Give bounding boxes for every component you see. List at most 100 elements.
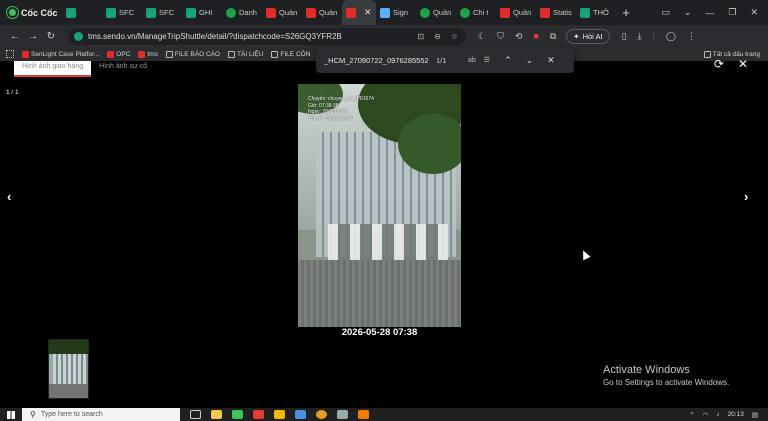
- browser-brand[interactable]: Cốc Cốc: [0, 0, 62, 25]
- whole-word-icon[interactable]: ☰: [484, 56, 490, 64]
- tab[interactable]: Statis: [536, 0, 576, 25]
- navigation-bar: ← → ↻ tms.sendo.vn/ManageTripShuttle/det…: [0, 25, 768, 47]
- tab-favicon-icon: [186, 7, 196, 18]
- windows-logo-icon: [7, 410, 15, 419]
- reading-mode-icon[interactable]: ▯: [622, 31, 627, 42]
- find-previous-chevron-up-icon[interactable]: ⌃: [504, 55, 512, 66]
- translate-icon[interactable]: ⟲: [515, 31, 523, 42]
- photo-foliage: [398, 114, 461, 174]
- app-grey-icon[interactable]: [337, 410, 348, 419]
- bookmark-item[interactable]: tms: [138, 50, 158, 58]
- tab[interactable]: Sign: [376, 0, 416, 25]
- coccoc-logo-icon: [7, 7, 18, 18]
- folder-icon: [271, 50, 279, 58]
- photo-thumbnail[interactable]: [48, 339, 89, 399]
- tab-label: Statis: [553, 8, 572, 17]
- tab-search-icon[interactable]: ⌄: [684, 7, 692, 18]
- find-next-chevron-down-icon[interactable]: ⌄: [526, 55, 534, 66]
- mouse-cursor-icon: [579, 248, 591, 261]
- find-input[interactable]: [324, 55, 428, 65]
- dark-mode-icon[interactable]: ☾: [478, 31, 486, 42]
- tab[interactable]: Quản: [416, 0, 456, 25]
- tab-close-icon[interactable]: ✕: [364, 7, 372, 18]
- toolbar-icons-right: ▯ ⤓ | ◯ ⋮: [622, 31, 696, 42]
- windows-taskbar: ⚲ Type here to search ⌃ ◠ ♪ 20:13 ▤: [0, 408, 768, 421]
- activation-subtitle: Go to Settings to activate Windows.: [603, 378, 730, 387]
- close-viewer-icon[interactable]: ✕: [738, 57, 748, 71]
- find-in-page-bar: 1/1 ab ☰ ⌃ ⌄ ✕: [316, 47, 574, 73]
- tab-favicon-icon: [146, 7, 156, 18]
- image-tabs: Hình ảnh giao hàng Hình ảnh sự cố: [14, 61, 155, 77]
- tab[interactable]: SFC: [102, 0, 142, 25]
- bookmark-item[interactable]: SenLight Case Platfor...: [22, 50, 99, 58]
- thumb-foliage: [49, 340, 88, 354]
- page-content: Hình ảnh giao hàng Hình ảnh sự cố ⟳ ✕ 1 …: [0, 57, 768, 408]
- tab[interactable]: THÔ: [576, 0, 616, 25]
- profile-icon[interactable]: ◯: [666, 31, 676, 42]
- activation-title: Activate Windows: [603, 364, 690, 376]
- task-view-icon[interactable]: [190, 410, 201, 419]
- tab-delivery-images[interactable]: Hình ảnh giao hàng: [14, 61, 92, 77]
- tab-favicon-icon: [580, 7, 590, 18]
- bookmark-item[interactable]: FILE BÁO CÁO: [165, 50, 220, 58]
- reload-button[interactable]: ↻: [42, 31, 60, 42]
- tab-label: Danh: [239, 8, 257, 17]
- forward-button[interactable]: →: [24, 31, 42, 42]
- clock[interactable]: 20:13: [728, 411, 744, 418]
- tab[interactable]: SFC: [142, 0, 182, 25]
- bookmark-item[interactable]: TÀI LIỆU: [228, 50, 264, 58]
- app-orange-icon[interactable]: [358, 410, 369, 419]
- address-bar-actions: ⊡ ⊖ ☆: [417, 32, 466, 41]
- file-explorer-icon[interactable]: [211, 410, 222, 419]
- bookmark-label: TÀI LIỆU: [237, 50, 264, 58]
- notifications-icon[interactable]: ▤: [752, 411, 758, 419]
- volume-icon[interactable]: ♪: [716, 411, 719, 418]
- back-button[interactable]: ←: [6, 31, 24, 42]
- chrome-icon[interactable]: [316, 410, 327, 419]
- shield-icon[interactable]: ⛉: [497, 31, 504, 42]
- download-page-icon[interactable]: ⊡: [417, 32, 424, 41]
- app-blue-icon[interactable]: [295, 410, 306, 419]
- network-icon[interactable]: ◠: [703, 411, 709, 419]
- extension-red-icon[interactable]: ■: [533, 31, 538, 41]
- new-tab-button[interactable]: +: [616, 5, 636, 20]
- app-red-icon[interactable]: [253, 410, 264, 419]
- ask-ai-button[interactable]: ✦ Hỏi AI: [566, 28, 610, 44]
- find-close-icon[interactable]: ✕: [547, 55, 555, 66]
- taskbar-search[interactable]: ⚲ Type here to search: [22, 408, 180, 421]
- match-case-toggle[interactable]: ab: [468, 57, 476, 64]
- tab-incident-images[interactable]: Hình ảnh sự cố: [91, 61, 155, 77]
- minimize-button[interactable]: —: [705, 8, 714, 18]
- menu-icon[interactable]: ⋮: [687, 31, 696, 42]
- delivery-photo[interactable]: Chuyến: chuyen_12_IP61674 Giờ: 07:38:38 …: [298, 84, 461, 327]
- bookmark-item[interactable]: OPC: [107, 50, 130, 58]
- tab-favicon-icon: [306, 7, 316, 18]
- bookmark-star-icon[interactable]: ☆: [451, 32, 458, 41]
- separator: |: [652, 31, 655, 41]
- rotate-icon[interactable]: ⟳: [714, 57, 724, 71]
- maximize-button[interactable]: ❐: [728, 7, 736, 18]
- start-button[interactable]: [0, 408, 22, 421]
- tab[interactable]: Quản: [496, 0, 536, 25]
- apps-grid-icon[interactable]: [6, 50, 14, 58]
- tab[interactable]: Chi t: [456, 0, 496, 25]
- tab[interactable]: GHI: [182, 0, 222, 25]
- tab[interactable]: Danh: [222, 0, 262, 25]
- zoom-icon[interactable]: ⊖: [434, 32, 441, 41]
- extensions-icon[interactable]: ⧉: [550, 31, 556, 42]
- downloads-icon[interactable]: ⤓: [638, 31, 642, 42]
- previous-image-button[interactable]: ‹: [7, 189, 11, 204]
- tab[interactable]: Quản: [302, 0, 342, 25]
- tab-active[interactable]: ✕: [342, 0, 376, 25]
- site-info-icon[interactable]: [74, 31, 83, 41]
- bookmark-item[interactable]: FILE CÔN: [271, 50, 310, 58]
- sidebar-toggle-icon[interactable]: ▭: [661, 7, 670, 18]
- tab[interactable]: Quản: [262, 0, 302, 25]
- tab[interactable]: [62, 0, 102, 25]
- app-yellow-icon[interactable]: [274, 410, 285, 419]
- coccoc-taskbar-icon[interactable]: [232, 410, 243, 419]
- tray-chevron-up-icon[interactable]: ⌃: [689, 411, 694, 419]
- next-image-button[interactable]: ›: [744, 189, 748, 204]
- address-bar[interactable]: tms.sendo.vn/ManageTripShuttle/detail/?d…: [68, 27, 466, 45]
- close-window-button[interactable]: ✕: [750, 7, 758, 18]
